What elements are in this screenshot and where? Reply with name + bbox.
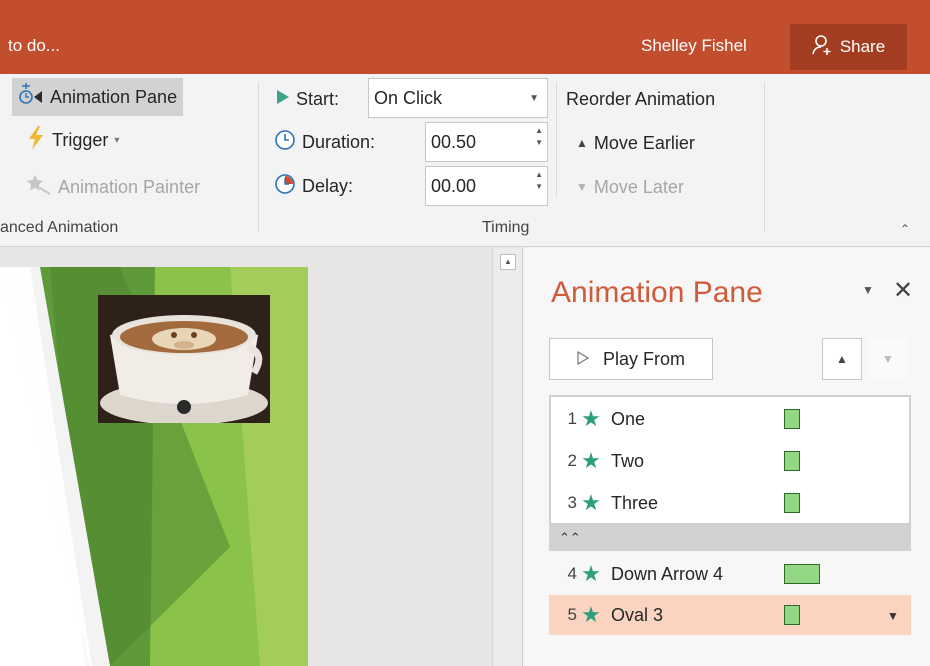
vertical-scrollbar[interactable] xyxy=(492,248,523,666)
item-label: One xyxy=(611,408,646,429)
duration-stepper[interactable]: 00.50 ▲ ▼ xyxy=(425,122,548,162)
item-label: Down Arrow 4 xyxy=(611,563,724,584)
spin-arrows-icon[interactable]: ▲ ▼ xyxy=(535,171,543,191)
play-triangle-icon xyxy=(276,89,290,110)
timeline-bar[interactable] xyxy=(784,451,800,471)
tell-me-search[interactable]: to do... xyxy=(8,36,60,56)
start-value: On Click xyxy=(374,87,443,108)
start-dropdown[interactable]: On Click ▼ xyxy=(368,78,548,118)
move-earlier-label: Move Earlier xyxy=(593,132,695,153)
delay-stepper[interactable]: 00.00 ▲ ▼ xyxy=(425,166,548,206)
ribbon-separator xyxy=(258,82,259,232)
entrance-star-icon: ★ xyxy=(581,406,601,431)
move-down-button[interactable]: ▼ xyxy=(868,338,908,380)
duration-label: Duration: xyxy=(302,131,376,152)
animation-pane-label: Animation Pane xyxy=(50,86,178,107)
share-button[interactable]: Share xyxy=(790,24,907,70)
entrance-star-icon: ★ xyxy=(581,448,601,473)
lightning-icon xyxy=(26,125,46,155)
user-name[interactable]: Shelley Fishel xyxy=(641,36,747,56)
animation-painter-label: Animation Painter xyxy=(58,176,201,197)
delay-label: Delay: xyxy=(302,175,354,196)
trigger-button[interactable]: Trigger ▾ xyxy=(20,121,125,159)
timeline-bar[interactable] xyxy=(784,493,800,513)
animation-painter-button[interactable]: Animation Painter xyxy=(20,168,206,206)
timeline-bar[interactable] xyxy=(784,564,820,584)
move-up-button[interactable]: ▲ xyxy=(822,338,862,380)
delay-label-row: Delay: xyxy=(268,167,359,205)
pane-options-chevron-icon[interactable]: ▼ xyxy=(862,283,874,297)
entrance-star-icon: ★ xyxy=(581,561,601,586)
list-item[interactable]: 4 ★ Down Arrow 4 xyxy=(549,554,911,594)
reorder-animation-label: Reorder Animation xyxy=(566,88,716,109)
move-earlier-button[interactable]: ▲ Move Earlier xyxy=(570,124,701,162)
timeline-bar[interactable] xyxy=(784,605,800,625)
duration-value: 00.50 xyxy=(431,131,477,152)
duration-label-row: Duration: xyxy=(268,123,381,161)
clock-icon xyxy=(274,129,296,156)
animation-painter-icon xyxy=(26,174,52,201)
advanced-animation-group-label: anced Animation xyxy=(0,219,119,236)
ribbon: Animation Pane Trigger ▾ Animation Paint… xyxy=(0,74,930,247)
timing-group-label: Timing xyxy=(482,219,530,236)
up-triangle-icon: ▲ xyxy=(836,352,848,366)
item-label: Two xyxy=(611,450,645,471)
item-number: 2 xyxy=(567,451,577,470)
animation-list: 1 ★ One 2 ★ Two 3 ★ Three ⌃⌃ 4 ★ Down Ar… xyxy=(549,395,911,638)
list-item[interactable]: 1 ★ One xyxy=(549,399,911,439)
move-later-label: Move Later xyxy=(593,176,684,197)
move-later-button[interactable]: ▼ Move Later xyxy=(570,168,690,206)
start-label: Start: xyxy=(296,88,340,109)
play-from-button[interactable]: Play From xyxy=(549,338,713,380)
chevron-down-icon: ▼ xyxy=(529,92,539,104)
item-label: Oval 3 xyxy=(611,604,664,625)
play-outline-icon xyxy=(577,349,590,370)
slide-editing-area xyxy=(0,247,523,666)
scroll-up-arrow-icon[interactable]: ▲ xyxy=(500,254,516,270)
item-number: 4 xyxy=(567,564,577,583)
delay-clock-icon xyxy=(274,173,296,200)
list-item[interactable]: 3 ★ Three xyxy=(549,483,911,523)
item-menu-chevron-icon[interactable]: ▼ xyxy=(887,609,899,623)
pane-title: Animation Pane xyxy=(551,276,763,309)
entrance-star-icon: ★ xyxy=(581,490,601,515)
collapse-ribbon-icon[interactable]: ⌃ xyxy=(900,222,910,236)
chevron-down-icon: ▾ xyxy=(114,134,120,146)
animation-pane-button[interactable]: Animation Pane xyxy=(12,78,184,116)
item-label: Three xyxy=(611,492,659,513)
trigger-label: Trigger xyxy=(52,129,109,150)
collapse-group-chevron-icon[interactable]: ⌃⌃ xyxy=(549,525,911,551)
share-label: Share xyxy=(839,37,886,56)
down-triangle-icon: ▼ xyxy=(882,352,894,366)
person-add-icon xyxy=(812,34,834,61)
down-triangle-icon: ▼ xyxy=(576,180,588,194)
entrance-star-icon: ★ xyxy=(581,602,601,627)
start-label-row: Start: xyxy=(270,80,345,118)
up-triangle-icon: ▲ xyxy=(576,136,588,150)
close-icon[interactable]: ✕ xyxy=(893,276,913,305)
list-item[interactable]: 2 ★ Two xyxy=(549,441,911,481)
ribbon-separator xyxy=(556,82,557,197)
coffee-cup-image[interactable] xyxy=(98,295,270,423)
delay-value: 00.00 xyxy=(431,175,477,196)
ribbon-separator xyxy=(764,82,765,232)
item-number: 5 xyxy=(567,605,577,624)
animation-pane-icon xyxy=(18,82,44,112)
list-item-selected[interactable]: 5 ★ Oval 3 ▼ xyxy=(549,595,911,635)
spin-arrows-icon[interactable]: ▲ ▼ xyxy=(535,127,543,147)
play-from-label: Play From xyxy=(602,348,685,369)
timeline-bar[interactable] xyxy=(784,409,800,429)
item-number: 3 xyxy=(567,493,577,512)
item-number: 1 xyxy=(567,409,577,428)
